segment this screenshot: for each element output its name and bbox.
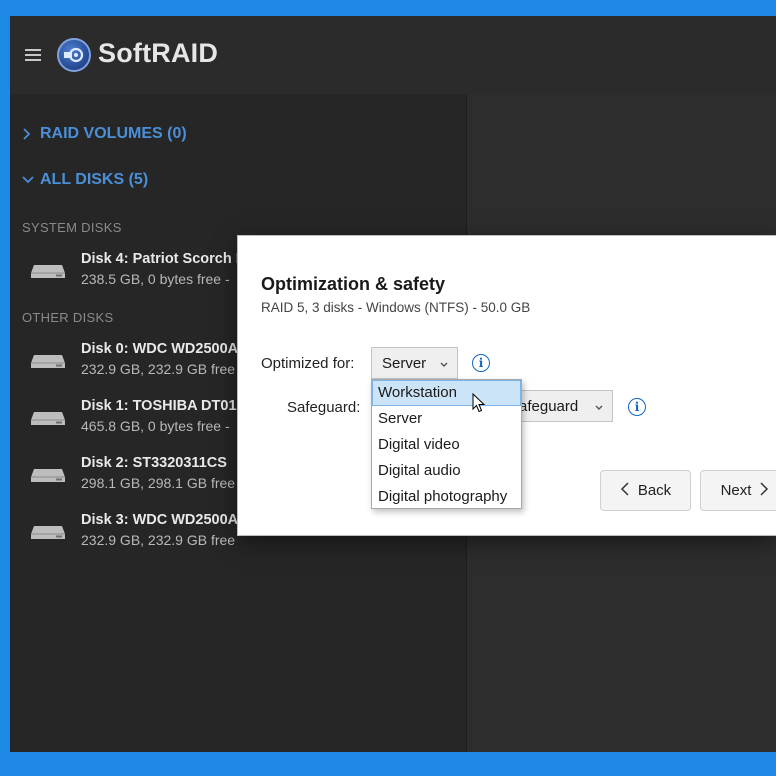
chevron-down-icon: [594, 400, 604, 417]
hard-drive-icon: [30, 351, 66, 376]
all-disks-label: ALL DISKS (5): [40, 171, 149, 188]
desktop-background-left: [0, 0, 10, 776]
chevron-right-icon: [22, 127, 34, 141]
chevron-down-icon: [22, 173, 34, 187]
safeguard-select[interactable]: afeguard: [508, 390, 613, 422]
disk-info: 238.5 GB, 0 bytes free -: [81, 271, 230, 287]
safeguard-label: Safeguard:: [287, 399, 361, 416]
menu-icon[interactable]: [25, 49, 41, 61]
dropdown-option-digital-audio[interactable]: Digital audio: [372, 458, 521, 484]
desktop-background-bottom: [0, 752, 776, 776]
softraid-logo-icon: [57, 38, 91, 72]
dropdown-option-workstation[interactable]: Workstation: [372, 380, 521, 406]
dialog-title: Optimization & safety: [261, 274, 446, 294]
all-disks-section[interactable]: ALL DISKS (5): [22, 171, 148, 189]
optimized-for-value: Server: [382, 354, 427, 372]
back-button[interactable]: Back: [600, 470, 691, 511]
system-disks-heading: SYSTEM DISKS: [22, 220, 122, 235]
dialog-subtitle: RAID 5, 3 disks - Windows (NTFS) - 50.0 …: [261, 300, 531, 315]
disk-info: 298.1 GB, 298.1 GB free: [81, 475, 236, 491]
disk-info: 232.9 GB, 232.9 GB free: [81, 532, 236, 548]
hard-drive-icon: [30, 408, 66, 433]
hard-drive-icon: [30, 261, 66, 286]
disk-info: 232.9 GB, 232.9 GB free: [81, 361, 236, 377]
optimized-for-label: Optimized for:: [261, 355, 355, 372]
disk-name: Disk 2: ST3320311CS: [81, 455, 227, 471]
desktop-background-top: [0, 0, 776, 16]
info-icon[interactable]: i: [472, 354, 490, 372]
disk-name: Disk 1: TOSHIBA DT01A: [81, 398, 247, 414]
optimized-for-select[interactable]: Server: [371, 347, 458, 379]
info-icon[interactable]: i: [628, 398, 646, 416]
chevron-down-icon: [439, 357, 449, 374]
dropdown-option-digital-photography[interactable]: Digital photography: [372, 484, 521, 510]
chevron-left-icon: [620, 481, 630, 500]
dropdown-option-digital-video[interactable]: Digital video: [372, 432, 521, 458]
raid-volumes-label: RAID VOLUMES (0): [40, 125, 187, 142]
optimized-for-dropdown: Workstation Server Digital video Digital…: [371, 379, 522, 509]
other-disks-heading: OTHER DISKS: [22, 310, 114, 325]
next-button-label: Next: [720, 482, 752, 499]
app-header: SoftRAID: [10, 16, 776, 94]
next-button[interactable]: Next: [700, 470, 776, 511]
disk-name: Disk 3: WDC WD2500A: [81, 512, 239, 528]
hard-drive-icon: [30, 465, 66, 490]
disk-name: Disk 0: WDC WD2500A: [81, 341, 239, 357]
back-button-label: Back: [637, 482, 672, 499]
app-title: SoftRAID: [98, 38, 219, 68]
raid-volumes-section[interactable]: RAID VOLUMES (0): [22, 125, 187, 143]
mouse-cursor-icon: [472, 392, 486, 418]
disk-name: Disk 4: Patriot Scorch I: [81, 251, 240, 267]
disk-info: 465.8 GB, 0 bytes free -: [81, 418, 230, 434]
hard-drive-icon: [30, 522, 66, 547]
chevron-right-icon: [759, 481, 769, 500]
dropdown-option-server[interactable]: Server: [372, 406, 521, 432]
